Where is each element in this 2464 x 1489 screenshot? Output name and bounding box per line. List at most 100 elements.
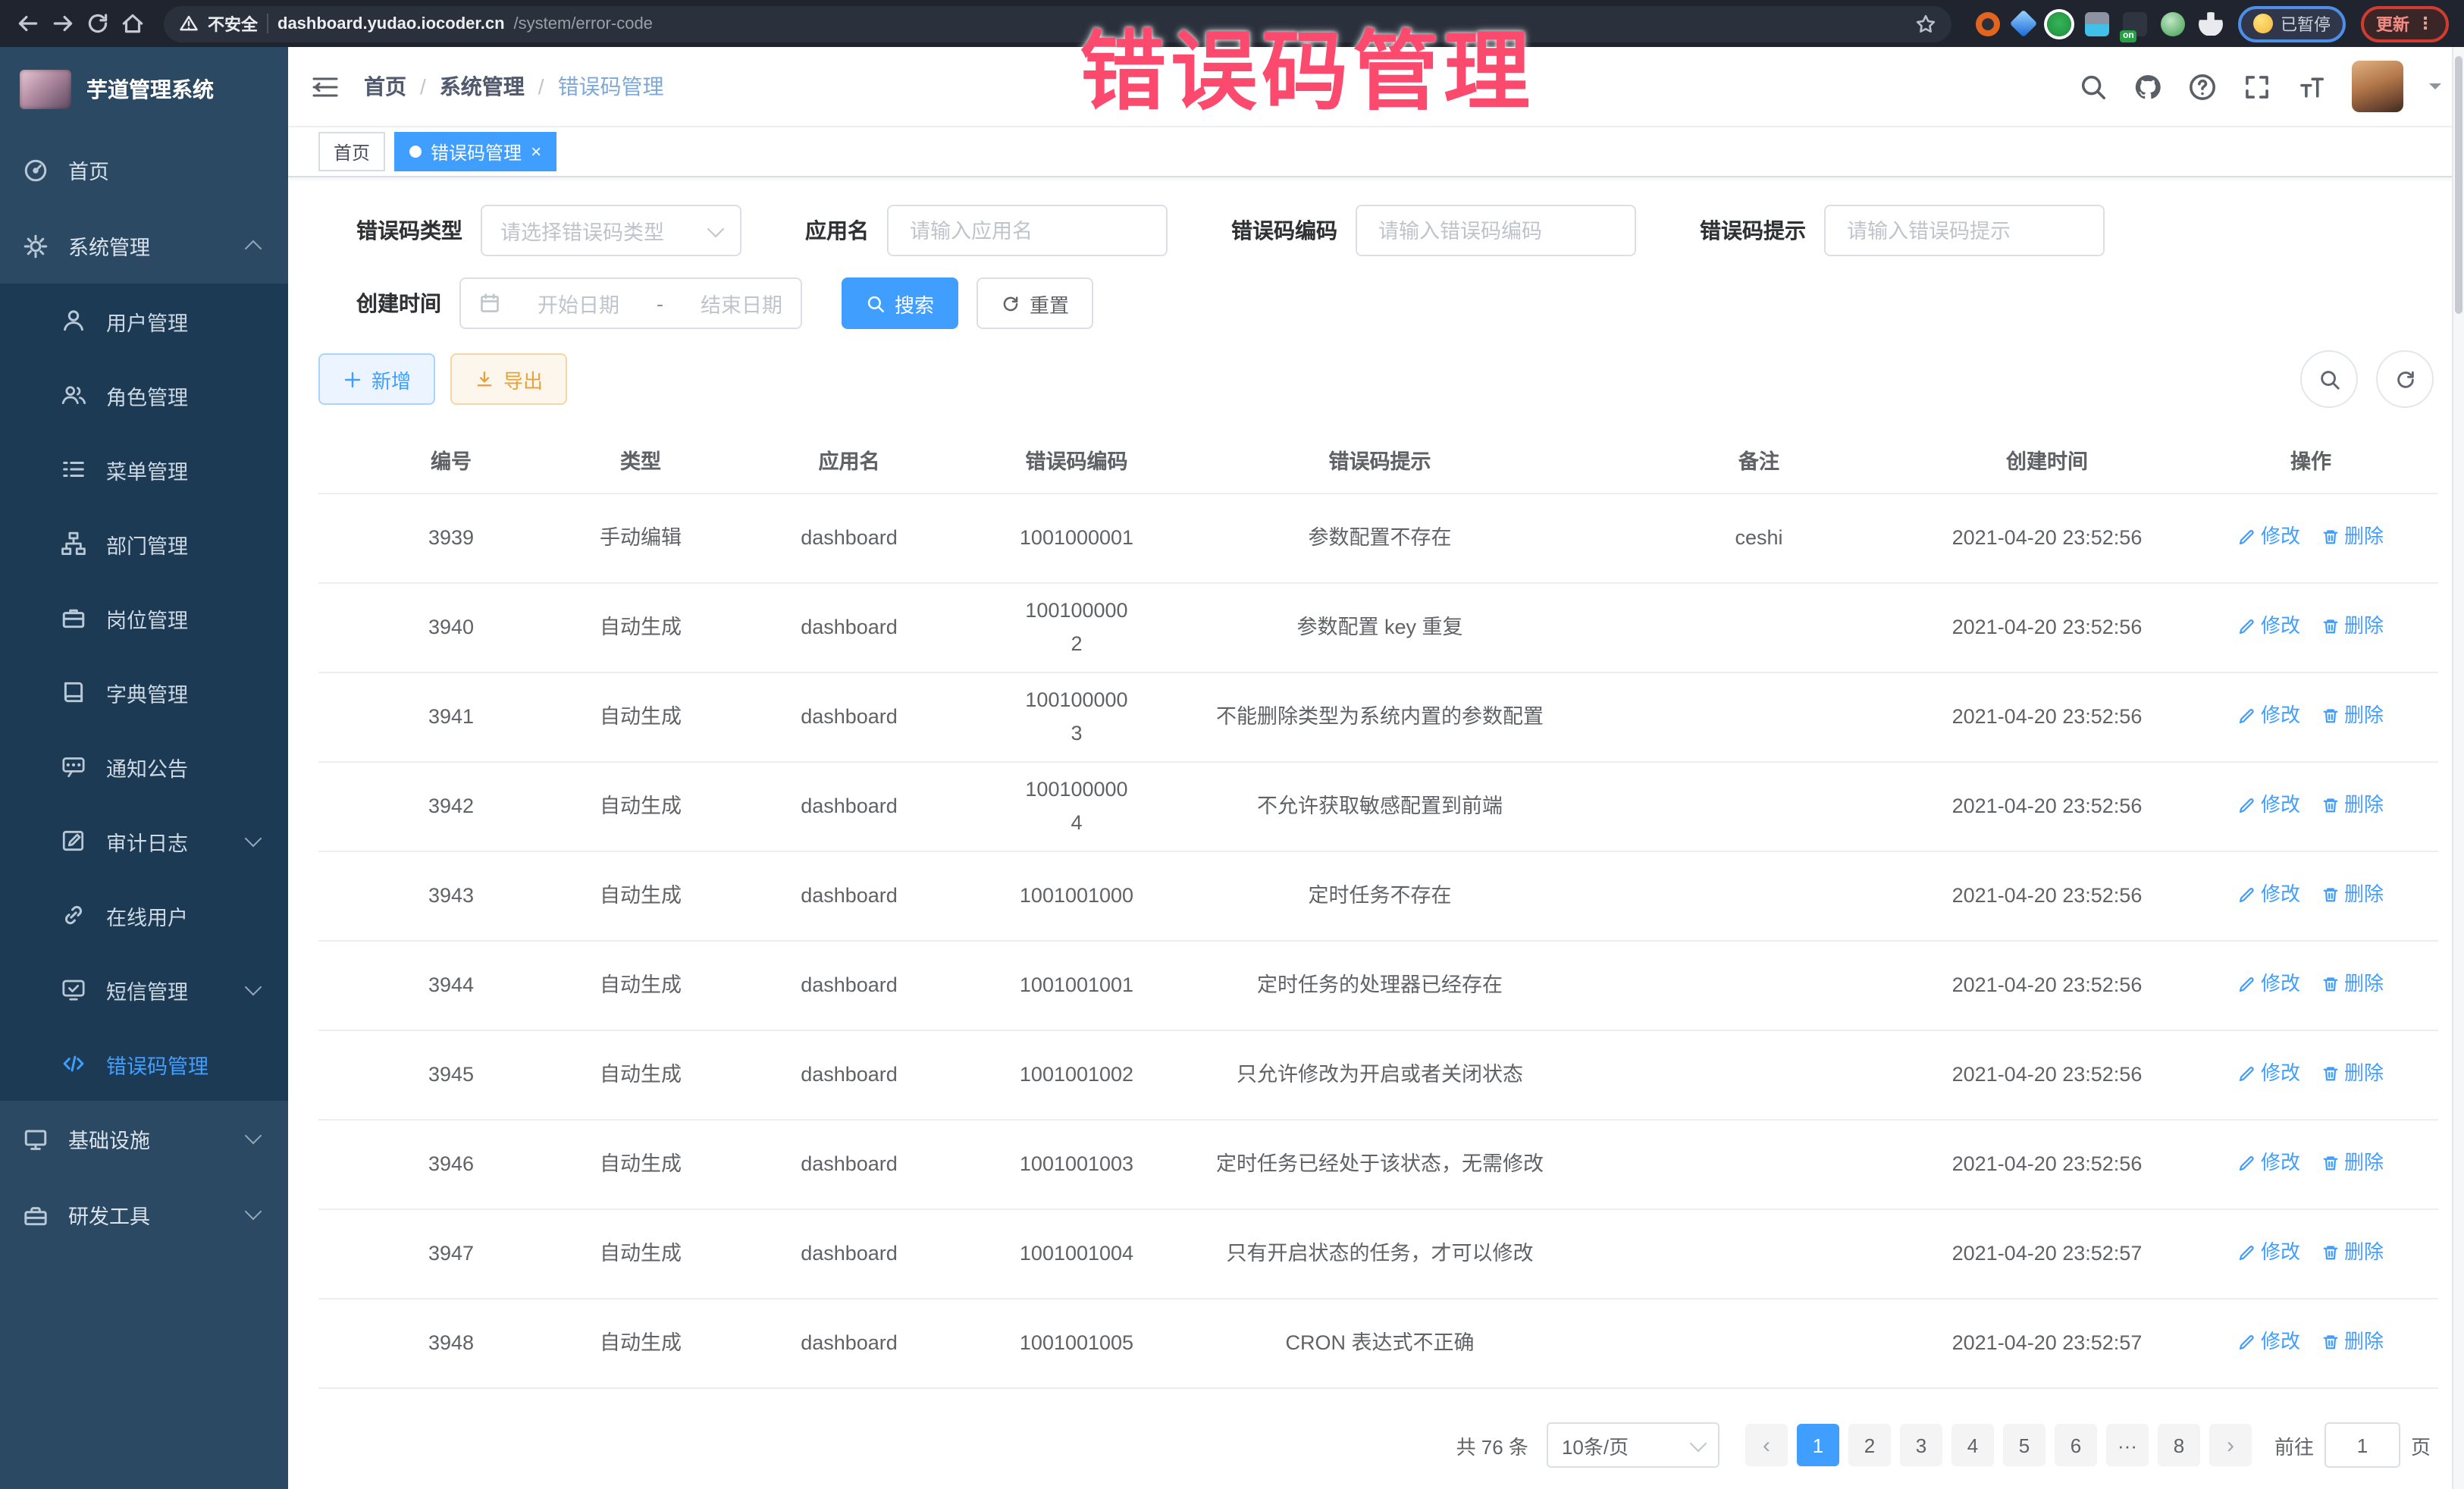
ext-grid-icon[interactable] (2085, 11, 2109, 36)
sidebar-item[interactable]: 系统管理 (0, 208, 288, 284)
edit-link[interactable]: 修改 (2238, 879, 2300, 911)
breadcrumb-item[interactable]: 系统管理 (406, 71, 525, 102)
app-name-input[interactable] (907, 218, 1148, 243)
breadcrumb-item[interactable]: 错误码管理 (525, 71, 664, 102)
create-time-range-picker[interactable]: 开始日期 - 结束日期 (459, 277, 802, 329)
github-icon[interactable] (2133, 72, 2162, 101)
browser-menu-icon[interactable]: ⋮ (2417, 14, 2434, 33)
tab[interactable]: 错误码管理 × (394, 132, 556, 171)
ext-green-v-icon[interactable] (2047, 11, 2071, 36)
delete-trash-icon (2321, 1333, 2340, 1351)
cell-id: 3940 (318, 583, 584, 672)
help-icon[interactable] (2188, 72, 2217, 101)
sidebar-item[interactable]: 岗位管理 (0, 581, 288, 655)
add-button[interactable]: 新增 (318, 353, 435, 405)
refresh-table-button[interactable] (2376, 350, 2434, 408)
edit-link[interactable]: 修改 (2238, 1326, 2300, 1358)
delete-link[interactable]: 删除 (2321, 610, 2384, 642)
page-number-button[interactable]: ··· (2106, 1424, 2149, 1466)
error-type-select[interactable]: 请选择错误码类型 (481, 205, 741, 256)
breadcrumb-item[interactable]: 首页 (364, 71, 406, 102)
sidebar-item[interactable]: 审计日志 (0, 804, 288, 878)
delete-link[interactable]: 删除 (2321, 1058, 2384, 1089)
delete-link[interactable]: 删除 (2321, 1147, 2384, 1179)
delete-trash-icon (2321, 1154, 2340, 1172)
delete-link[interactable]: 删除 (2321, 521, 2384, 553)
reload-icon[interactable] (85, 11, 111, 36)
show-search-toggle-button[interactable] (2300, 350, 2358, 408)
ext-key-icon[interactable] (2161, 11, 2185, 36)
cell-code: 1001001001 (1001, 941, 1152, 1030)
page-number-button[interactable]: 3 (1900, 1424, 1942, 1466)
edit-link[interactable]: 修改 (2238, 968, 2300, 1000)
ext-switch-icon[interactable]: on (2123, 11, 2147, 36)
caret-down-icon[interactable] (2429, 83, 2441, 96)
page-number-button[interactable]: 2 (1848, 1424, 1891, 1466)
tab[interactable]: 首页 × (318, 132, 385, 171)
edit-link[interactable]: 修改 (2238, 1058, 2300, 1089)
table-row: 3943 自动生成 dashboard 1001001000 定时任务不存在 2… (318, 851, 2438, 941)
back-icon[interactable] (15, 11, 41, 36)
sidebar-item[interactable]: 用户管理 (0, 284, 288, 358)
delete-link[interactable]: 删除 (2321, 879, 2384, 911)
page-size-select[interactable]: 10条/页 (1547, 1422, 1719, 1468)
sidebar-item[interactable]: 基础设施 (0, 1101, 288, 1177)
sidebar-item[interactable]: 研发工具 (0, 1177, 288, 1252)
scrollbar-thumb[interactable] (2455, 56, 2462, 314)
page-number-button[interactable]: 5 (2003, 1424, 2045, 1466)
sidebar-item[interactable]: 字典管理 (0, 655, 288, 729)
sidebar-item[interactable]: 菜单管理 (0, 432, 288, 506)
sidebar-item[interactable]: 通知公告 (0, 729, 288, 804)
delete-link[interactable]: 删除 (2321, 968, 2384, 1000)
search-icon[interactable] (2079, 72, 2108, 101)
edit-link[interactable]: 修改 (2238, 521, 2300, 553)
sidebar-item[interactable]: 首页 (0, 132, 288, 208)
profile-paused-chip[interactable]: 已暂停 (2238, 5, 2346, 42)
next-page-button[interactable]: › (2209, 1424, 2252, 1466)
cell-app: dashboard (698, 851, 1001, 941)
sidebar-item[interactable]: 角色管理 (0, 358, 288, 432)
page-number-button[interactable]: 1 (1797, 1424, 1839, 1466)
browser-update-button[interactable]: 更新 ⋮ (2361, 5, 2449, 42)
edit-link[interactable]: 修改 (2238, 1237, 2300, 1268)
sidebar-item[interactable]: 短信管理 (0, 952, 288, 1027)
error-code-table: 编号类型应用名错误码编码错误码提示备注创建时间操作 3939 手动编辑 dash… (318, 426, 2438, 1389)
bookmark-star-icon[interactable] (1915, 13, 1936, 34)
font-size-icon[interactable] (2297, 72, 2326, 101)
delete-link[interactable]: 删除 (2321, 789, 2384, 821)
page-number-button[interactable]: 6 (2055, 1424, 2097, 1466)
page-number-button[interactable]: 8 (2158, 1424, 2200, 1466)
page-number-button[interactable]: 4 (1951, 1424, 1994, 1466)
delete-link[interactable]: 删除 (2321, 1326, 2384, 1358)
sidebar-item[interactable]: 错误码管理 (0, 1027, 288, 1101)
edit-link[interactable]: 修改 (2238, 1147, 2300, 1179)
error-hint-input[interactable] (1844, 218, 2085, 243)
edit-link[interactable]: 修改 (2238, 610, 2300, 642)
home-icon[interactable] (120, 11, 146, 36)
edit-link[interactable]: 修改 (2238, 700, 2300, 732)
forward-icon[interactable] (50, 11, 76, 36)
ext-blue-gem-icon[interactable] (2010, 10, 2038, 38)
fullscreen-icon[interactable] (2243, 72, 2271, 101)
edit-link[interactable]: 修改 (2238, 789, 2300, 821)
sidebar-logo[interactable]: 芋道管理系统 (0, 47, 288, 132)
error-code-input[interactable] (1375, 218, 1616, 243)
export-button[interactable]: 导出 (450, 353, 567, 405)
sidebar-item[interactable]: 部门管理 (0, 506, 288, 581)
url-bar[interactable]: 不安全 dashboard.yudao.iocoder.cn/system/er… (164, 5, 1951, 42)
prev-page-button[interactable]: ‹ (1745, 1424, 1788, 1466)
search-button[interactable]: 搜索 (842, 277, 958, 329)
hamburger-icon[interactable] (311, 72, 340, 101)
tab-close-icon[interactable]: × (531, 143, 541, 161)
delete-link[interactable]: 删除 (2321, 1237, 2384, 1268)
cell-type: 手动编辑 (584, 494, 698, 583)
ext-orange-circle-icon[interactable] (1976, 11, 2000, 36)
delete-link[interactable]: 删除 (2321, 700, 2384, 732)
goto-page-input[interactable] (2324, 1422, 2400, 1468)
extensions-puzzle-icon[interactable] (2199, 11, 2223, 36)
sidebar-item[interactable]: 在线用户 (0, 878, 288, 952)
sidebar-item-label: 基础设施 (68, 1124, 150, 1154)
avatar[interactable] (2352, 61, 2403, 112)
reset-button[interactable]: 重置 (977, 277, 1093, 329)
scrollbar[interactable] (2452, 47, 2464, 1489)
